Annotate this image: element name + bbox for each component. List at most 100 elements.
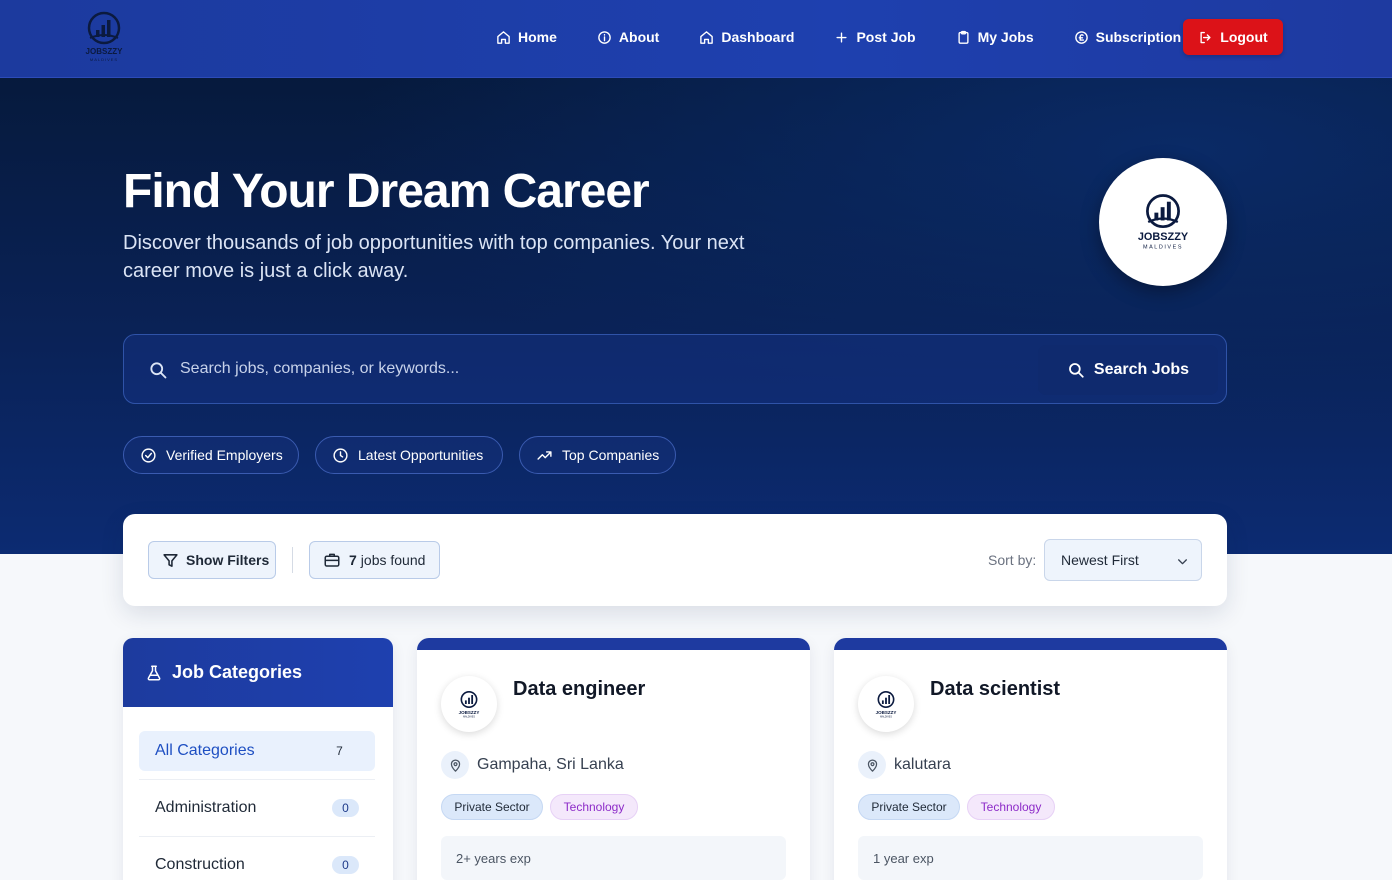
logout-label: Logout	[1220, 29, 1268, 45]
logout-icon	[1200, 31, 1211, 43]
svg-text:MALDIVES: MALDIVES	[90, 57, 118, 62]
filter-bar: Show Filters 7 jobs found Sort by: Newes…	[123, 514, 1227, 606]
pill-verified-employers[interactable]: Verified Employers	[123, 436, 299, 474]
nav-subscription[interactable]: Subscription	[1074, 29, 1182, 45]
company-logo: JOBSZZY MALDIVES	[441, 676, 497, 732]
categories-title: Job Categories	[172, 662, 303, 682]
category-count: 0	[332, 856, 359, 874]
briefcase-icon	[324, 553, 340, 567]
categories-header: Job Categories	[123, 638, 393, 707]
trending-up-icon	[537, 450, 552, 460]
hero-subtitle: Discover thousands of job opportunities …	[123, 232, 745, 282]
category-tag: Technology	[550, 794, 638, 820]
pill-latest-opportunities[interactable]: Latest Opportunities	[315, 436, 503, 474]
home-icon	[700, 30, 714, 44]
job-location-text: kalutara	[894, 756, 951, 773]
job-categories-panel: Job Categories All Categories 7 Administ…	[123, 638, 393, 880]
job-title[interactable]: Data scientist	[930, 678, 1060, 701]
pill-label: Verified Employers	[166, 447, 283, 463]
card-accent-bar	[834, 638, 1227, 650]
pill-label: Latest Opportunities	[358, 447, 484, 463]
hero-badge-sub: MALDIVES	[1143, 245, 1183, 251]
search-jobs-label: Search Jobs	[1093, 361, 1190, 378]
info-icon	[598, 30, 611, 44]
category-label: Administration	[155, 799, 257, 816]
experience-info: 2+ years exp	[441, 836, 786, 880]
job-card[interactable]: JOBSZZY MALDIVES Data engineer Gampaha, …	[417, 638, 810, 880]
nav-post-job[interactable]: Post Job	[834, 29, 916, 45]
brand-logo-icon: JOBSZZY MALDIVES	[459, 691, 480, 719]
show-filters-button[interactable]: Show Filters	[148, 541, 276, 579]
show-filters-label: Show Filters	[186, 552, 270, 568]
divider	[292, 547, 293, 573]
brand-logo[interactable]: JOBSZZY MALDIVES	[78, 8, 130, 64]
sort-label: Sort by:	[988, 552, 1037, 568]
svg-text:MALDIVES: MALDIVES	[463, 716, 475, 719]
sector-tag: Private Sector	[441, 794, 543, 820]
hero-section: Find Your Dream Career Discover thousand…	[0, 78, 1392, 554]
category-item-administration[interactable]: Administration 0	[139, 788, 375, 828]
hero-badge-name: JOBSZZY	[1138, 231, 1189, 243]
pill-top-companies[interactable]: Top Companies	[519, 436, 676, 474]
search-bar: Search Jobs	[123, 334, 1227, 404]
company-logo: JOBSZZY MALDIVES	[858, 676, 914, 732]
category-count: 0	[332, 799, 359, 817]
svg-text:JOBSZZY: JOBSZZY	[876, 710, 897, 715]
job-location: Gampaha, Sri Lanka	[441, 751, 624, 779]
clock-icon	[333, 447, 348, 463]
sector-tag: Private Sector	[858, 794, 960, 820]
category-count: 7	[336, 744, 343, 758]
sort-value: Newest First	[1061, 552, 1139, 568]
hero-brand-badge: JOBSZZY MALDIVES	[1099, 158, 1227, 286]
clipboard-icon	[958, 30, 969, 44]
card-accent-bar	[417, 638, 810, 650]
job-location-text: Gampaha, Sri Lanka	[477, 756, 624, 773]
check-circle-icon	[141, 447, 156, 463]
category-divider	[139, 836, 375, 837]
brand-logo-icon: JOBSZZY MALDIVES	[876, 691, 897, 719]
category-label: All Categories	[155, 742, 255, 759]
sort-select[interactable]: Newest First	[1044, 539, 1202, 581]
nav-dashboard-label: Dashboard	[721, 29, 795, 45]
pill-label: Top Companies	[562, 447, 660, 463]
location-pin-icon	[858, 751, 886, 779]
svg-text:JOBSZZY: JOBSZZY	[459, 710, 480, 715]
nav-dashboard[interactable]: Dashboard	[699, 29, 794, 45]
category-item-construction[interactable]: Construction 0	[139, 845, 375, 880]
jobs-found-label: jobs found	[360, 552, 426, 568]
search-jobs-button[interactable]: Search Jobs	[1038, 345, 1218, 395]
location-pin-icon	[441, 751, 469, 779]
jobs-count: 7	[349, 552, 357, 568]
nav-about-label: About	[618, 29, 660, 45]
home-icon	[497, 30, 510, 44]
category-divider	[139, 779, 375, 780]
nav-my-jobs[interactable]: My Jobs	[956, 29, 1034, 45]
search-icon	[150, 362, 167, 379]
nav-post-job-label: Post Job	[856, 29, 916, 45]
job-title[interactable]: Data engineer	[513, 678, 645, 701]
top-navbar: JOBSZZY MALDIVES Home About Dashboard Po…	[0, 0, 1392, 78]
nav-home-label: Home	[518, 29, 557, 45]
currency-icon	[1074, 30, 1088, 44]
logout-button[interactable]: Logout	[1183, 19, 1283, 55]
search-input[interactable]	[180, 335, 1020, 403]
hero-title: Find Your Dream Career	[123, 165, 650, 218]
nav-home[interactable]: Home	[496, 29, 557, 45]
svg-text:JOBSZZY: JOBSZZY	[86, 47, 124, 56]
nav-my-jobs-label: My Jobs	[977, 29, 1034, 45]
filter-icon	[163, 553, 178, 567]
category-label: Construction	[155, 856, 245, 873]
job-card[interactable]: JOBSZZY MALDIVES Data scientist kalutara…	[834, 638, 1227, 880]
job-location: kalutara	[858, 751, 951, 779]
plus-icon	[836, 31, 848, 43]
category-item-all[interactable]: All Categories 7	[139, 731, 375, 771]
brand-logo-icon: JOBSZZY MALDIVES	[1138, 194, 1189, 251]
nav-about[interactable]: About	[597, 29, 659, 45]
chevron-down-icon	[1178, 559, 1187, 565]
category-tag: Technology	[967, 794, 1055, 820]
nav-subscription-label: Subscription	[1095, 29, 1182, 45]
jobs-found-badge: 7 jobs found	[309, 541, 440, 579]
search-icon	[1069, 363, 1084, 378]
flask-icon	[147, 665, 161, 680]
svg-text:MALDIVES: MALDIVES	[880, 716, 892, 719]
